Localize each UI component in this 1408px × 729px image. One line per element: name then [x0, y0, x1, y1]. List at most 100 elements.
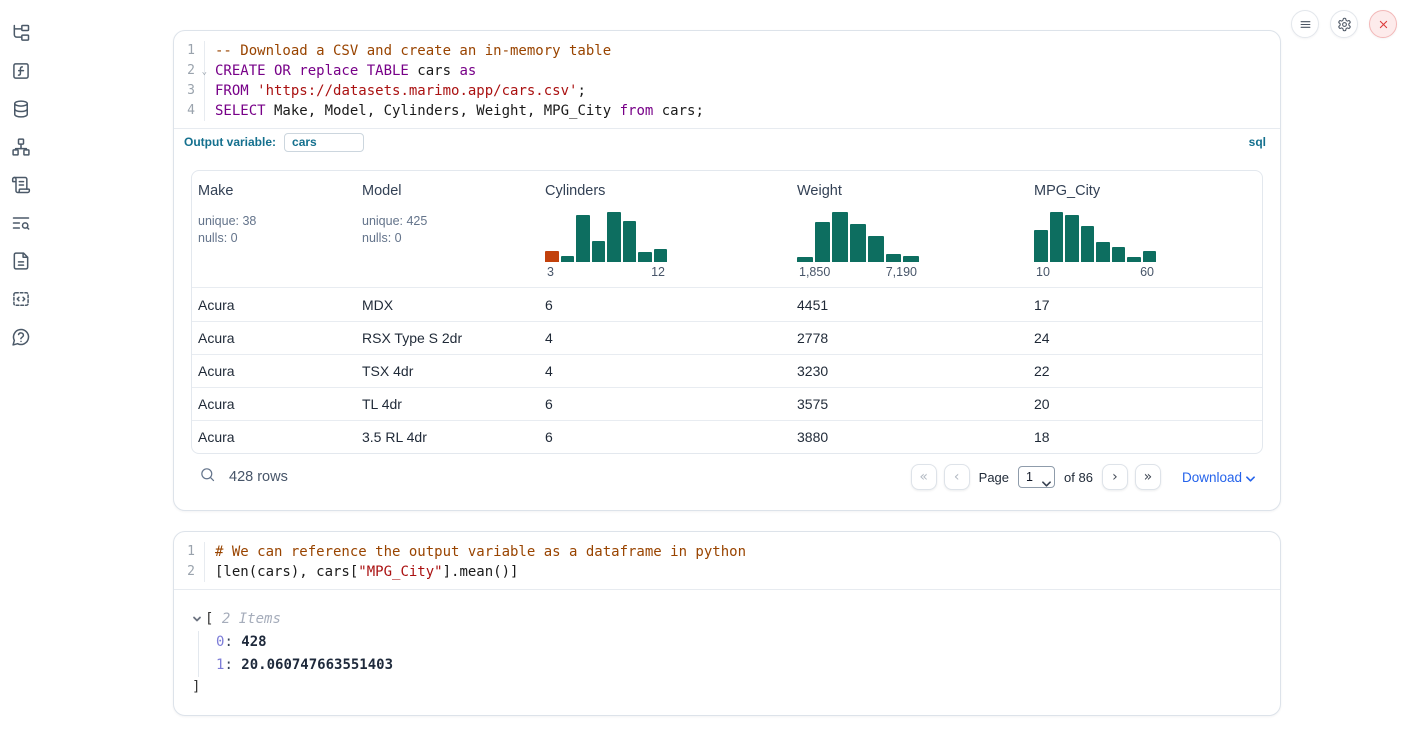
page-select[interactable]: 1 [1018, 466, 1055, 488]
variables-icon[interactable] [9, 59, 33, 83]
table-cell: Acura [192, 396, 356, 412]
collapse-chevron-icon[interactable] [192, 614, 202, 624]
column-header-mpg-city[interactable]: MPG_City 10 60 [1028, 171, 1262, 287]
code-line[interactable]: 3FROM 'https://datasets.marimo.app/cars.… [174, 81, 1280, 101]
notebook: 1-- Download a CSV and create an in-memo… [173, 30, 1281, 716]
table-row[interactable]: AcuraTSX 4dr4323022 [192, 354, 1262, 387]
histogram-bar [1034, 230, 1048, 262]
table-row[interactable]: AcuraRSX Type S 2dr4277824 [192, 321, 1262, 354]
list-open-bracket: [ [205, 611, 213, 627]
table-cell: 3230 [791, 363, 1028, 379]
cylinders-max-label: 12 [651, 265, 665, 279]
table-body: AcuraMDX6445117AcuraRSX Type S 2dr427782… [192, 288, 1262, 453]
table-cell: Acura [192, 429, 356, 445]
table-row[interactable]: AcuraTL 4dr6357520 [192, 387, 1262, 420]
page-total-label: of 86 [1064, 470, 1093, 485]
line-number: 3 [174, 81, 205, 101]
table-cell: 4 [539, 363, 791, 379]
line-number: 1 [174, 542, 205, 562]
sql-cell: 1-- Download a CSV and create an in-memo… [173, 30, 1281, 511]
list-close-bracket: ] [192, 677, 1263, 697]
python-cell: 1# We can reference the output variable … [173, 531, 1281, 716]
output-variable-input[interactable] [284, 133, 364, 152]
file-explorer-icon[interactable] [9, 21, 33, 45]
table-cell: 6 [539, 396, 791, 412]
table-cell: TSX 4dr [356, 363, 539, 379]
table-cell: 4 [539, 330, 791, 346]
weight-min-label: 1,850 [799, 265, 830, 279]
table-row[interactable]: AcuraMDX6445117 [192, 288, 1262, 321]
table-cell: Acura [192, 363, 356, 379]
histogram-bar [903, 256, 919, 262]
mpg-city-max-label: 60 [1140, 265, 1154, 279]
histogram-bar [815, 222, 831, 262]
code-line[interactable]: 2⌄CREATE OR replace TABLE cars as [174, 61, 1280, 81]
documentation-icon[interactable] [9, 249, 33, 273]
language-badge: sql [1249, 135, 1266, 149]
table-cell: TL 4dr [356, 396, 539, 412]
model-unique-stat: unique: 425 [362, 213, 535, 230]
next-page-button[interactable]: › [1102, 464, 1128, 490]
code-line[interactable]: 4SELECT Make, Model, Cylinders, Weight, … [174, 101, 1280, 121]
first-page-button[interactable]: « [911, 464, 937, 490]
list-entry: 0: 428 [216, 631, 1263, 654]
table-cell: 6 [539, 429, 791, 445]
last-page-button[interactable]: » [1135, 464, 1161, 490]
line-number: 2⌄ [174, 61, 205, 81]
code-line[interactable]: 1-- Download a CSV and create an in-memo… [174, 41, 1280, 61]
menu-icon[interactable] [1291, 10, 1319, 38]
table-row[interactable]: Acura3.5 RL 4dr6388018 [192, 420, 1262, 453]
mpg-city-histogram[interactable] [1034, 209, 1156, 262]
previous-page-button[interactable]: ‹ [944, 464, 970, 490]
histogram-bar [638, 252, 652, 262]
table-cell: RSX Type S 2dr [356, 330, 539, 346]
table-cell: 18 [1028, 429, 1262, 445]
histogram-bar [623, 221, 637, 262]
histogram-bar [1065, 215, 1079, 262]
help-icon[interactable] [9, 325, 33, 349]
logs-icon[interactable] [9, 211, 33, 235]
histogram-bar [1143, 251, 1157, 262]
code-line[interactable]: 2[len(cars), cars["MPG_City"].mean()] [174, 562, 1280, 582]
histogram-bar [561, 256, 575, 262]
column-header-weight[interactable]: Weight 1,850 7,190 [791, 171, 1028, 287]
code-line[interactable]: 1# We can reference the output variable … [174, 542, 1280, 562]
notebook-actions [1291, 10, 1397, 38]
download-button[interactable]: Download [1182, 470, 1255, 485]
pagination: « ‹ Page 1 of 86 › » Dow [911, 464, 1255, 490]
weight-max-label: 7,190 [886, 265, 917, 279]
shutdown-close-icon[interactable] [1369, 10, 1397, 38]
histogram-bar [886, 254, 902, 262]
row-count: 428 rows [229, 469, 288, 485]
data-sources-icon[interactable] [9, 97, 33, 121]
dependency-graph-icon[interactable] [9, 135, 33, 159]
histogram-bar [1127, 257, 1141, 262]
line-number: 4 [174, 101, 205, 121]
table-cell: 24 [1028, 330, 1262, 346]
line-number: 2 [174, 562, 205, 582]
table-cell: 17 [1028, 297, 1262, 313]
histogram-bar [545, 251, 559, 262]
column-header-make[interactable]: Make unique: 38 nulls: 0 [192, 171, 356, 287]
make-nulls-stat: nulls: 0 [198, 230, 352, 247]
table-cell: Acura [192, 297, 356, 313]
fold-chevron-icon[interactable]: ⌄ [202, 62, 207, 82]
weight-histogram[interactable] [797, 209, 919, 262]
make-unique-stat: unique: 38 [198, 213, 352, 230]
column-header-model[interactable]: Model unique: 425 nulls: 0 [356, 171, 539, 287]
scratchpad-icon[interactable] [9, 173, 33, 197]
histogram-bar [797, 257, 813, 262]
search-icon[interactable] [199, 466, 216, 488]
table-cell: 3880 [791, 429, 1028, 445]
column-header-cylinders[interactable]: Cylinders 3 12 [539, 171, 791, 287]
sql-code-editor[interactable]: 1-- Download a CSV and create an in-memo… [174, 31, 1280, 128]
settings-gear-icon[interactable] [1330, 10, 1358, 38]
python-cell-output: [ 2 Items 0: 4281: 20.060747663551403 ] [174, 589, 1280, 715]
list-items-count: 2 Items [213, 611, 280, 627]
table-cell: 6 [539, 297, 791, 313]
snippets-icon[interactable] [9, 287, 33, 311]
python-code-editor[interactable]: 1# We can reference the output variable … [174, 532, 1280, 589]
cylinders-histogram[interactable] [545, 209, 667, 262]
table-cell: 3.5 RL 4dr [356, 429, 539, 445]
list-entry: 1: 20.060747663551403 [216, 654, 1263, 677]
